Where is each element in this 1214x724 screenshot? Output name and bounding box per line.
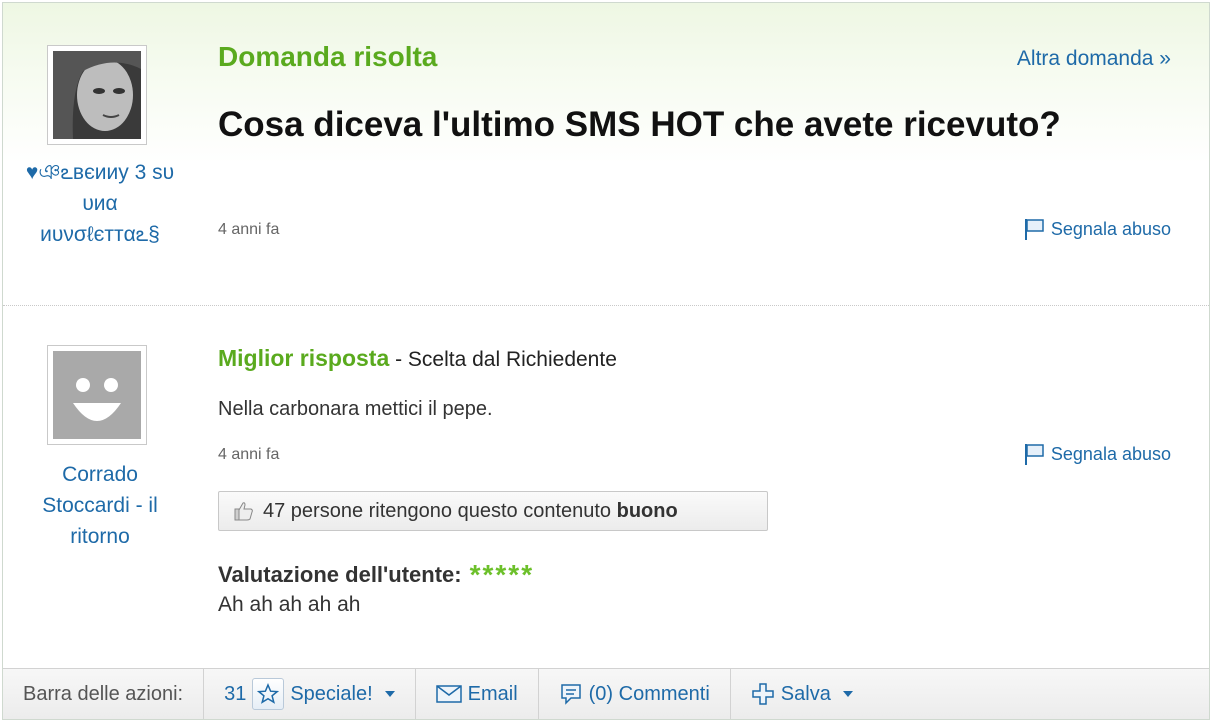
- flag-icon: [1024, 219, 1044, 240]
- rating-stars: *****: [469, 559, 535, 590]
- question-section: ♥ঞఽвєииу 3 ѕυ υиα иυνσℓєттαఽ§ Domanda ri…: [3, 3, 1209, 305]
- action-bar-label: Barra delle azioni:: [3, 669, 205, 719]
- thumbs-up-button[interactable]: 47 persone ritengono questo contenuto bu…: [218, 491, 768, 531]
- special-button[interactable]: 31 Speciale!: [204, 669, 416, 719]
- save-label: Salva: [780, 682, 831, 705]
- comments-label: (0) Commenti: [588, 682, 710, 705]
- best-answer-label: Miglior risposta: [218, 345, 390, 371]
- default-avatar-icon: [53, 351, 141, 439]
- user-rating: Valutazione dell'utente: *****: [218, 559, 534, 591]
- envelope-icon: [435, 685, 462, 703]
- flag-icon: [1024, 444, 1044, 465]
- votes-count-text: 47 persone ritengono questo contenuto: [263, 499, 617, 522]
- rating-comment: Ah ah ah ah ah: [218, 593, 361, 616]
- another-question-link[interactable]: Altra domanda »: [1017, 47, 1171, 71]
- question-title: Cosa diceva l'ultimo SMS HOT che avete r…: [218, 105, 1061, 144]
- section-divider: [3, 305, 1209, 306]
- votes-bold-word: buono: [616, 499, 678, 522]
- asker-avatar[interactable]: [47, 45, 147, 145]
- chosen-by-label: - Scelta dal Richiedente: [389, 348, 617, 371]
- action-bar: Barra delle azioni: 31 Speciale! Email (…: [3, 668, 1209, 719]
- answer-text: Nella carbonara mettici il pepe.: [218, 398, 493, 420]
- chevron-down-icon: [384, 691, 395, 697]
- chevron-down-icon: [842, 691, 853, 697]
- answerer-avatar[interactable]: [47, 345, 147, 445]
- answerer-name[interactable]: Corrado Stoccardi - il ritorno: [25, 459, 175, 552]
- qa-card: ♥ঞఽвєииу 3 ѕυ υиα иυνσℓєттαఽ§ Domanda ri…: [2, 2, 1210, 720]
- asker-name[interactable]: ♥ঞఽвєииу 3 ѕυ υиα иυνσℓєттαఽ§: [25, 157, 175, 250]
- votes-text: 47 persone ritengono questo contenuto bu…: [263, 500, 678, 523]
- star-icon: [252, 678, 285, 710]
- best-answer-heading: Miglior risposta - Scelta dal Richiedent…: [218, 345, 617, 372]
- thumbs-up-icon: [234, 502, 253, 521]
- email-label: Email: [467, 682, 518, 705]
- report-abuse-label: Segnala abuso: [1050, 443, 1171, 464]
- star-count: 31: [224, 682, 247, 705]
- comments-button[interactable]: (0) Commenti: [539, 669, 731, 719]
- save-button[interactable]: Salva: [731, 669, 873, 719]
- special-label: Speciale!: [290, 682, 373, 705]
- question-timestamp: 4 anni fa: [218, 221, 280, 238]
- email-button[interactable]: Email: [416, 669, 539, 719]
- question-report-abuse[interactable]: Segnala abuso: [1023, 217, 1171, 241]
- rating-label: Valutazione dell'utente:: [218, 562, 462, 587]
- plus-icon: [752, 683, 774, 705]
- asker-photo: [53, 51, 141, 139]
- question-status: Domanda risolta: [218, 41, 438, 72]
- report-abuse-label: Segnala abuso: [1050, 218, 1171, 239]
- answer-report-abuse[interactable]: Segnala abuso: [1023, 442, 1171, 466]
- comment-icon: [560, 684, 581, 705]
- answer-timestamp: 4 anni fa: [218, 446, 280, 463]
